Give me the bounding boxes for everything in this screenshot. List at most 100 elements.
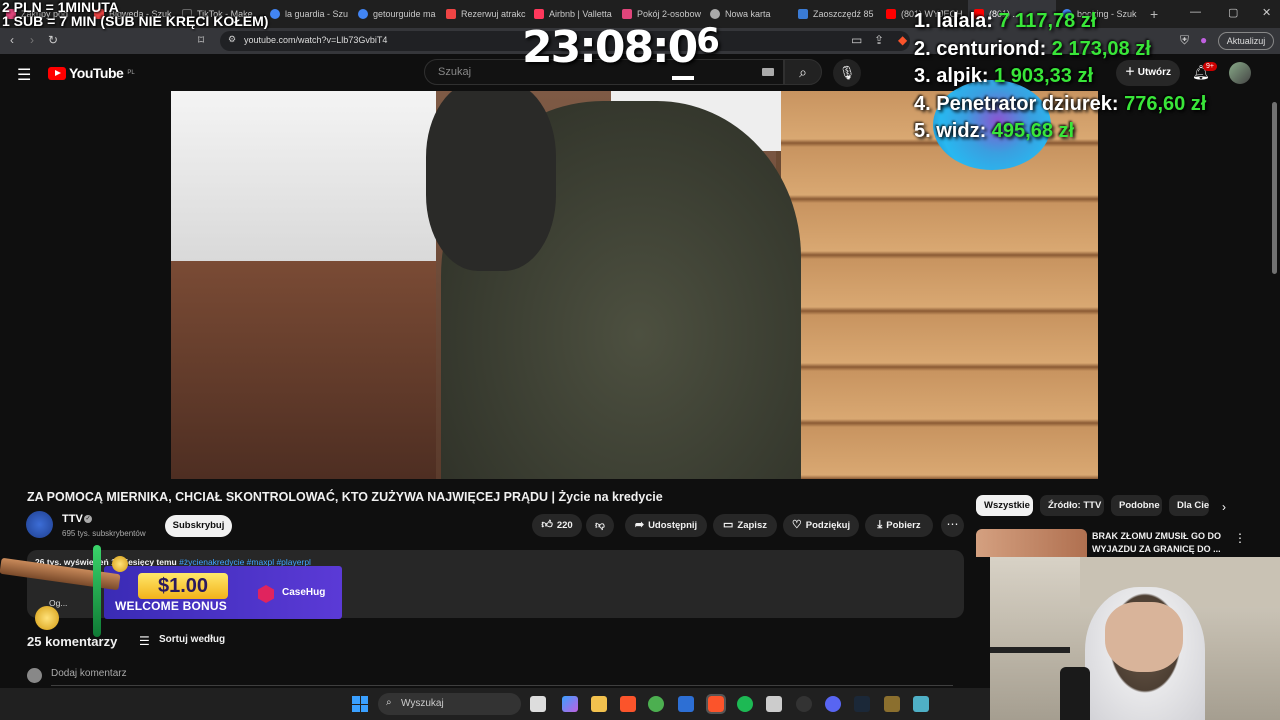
browser-tab[interactable]: Rezerwuj atrakc [440,0,528,28]
brave-shield-icon[interactable]: ◆ [898,33,907,47]
thumbs-down-icon: 👎︎ [595,520,605,531]
voice-search-button[interactable]: 🎙︎ [833,59,861,87]
tab-favicon-icon [622,9,632,19]
tab-label: Rezerwuj atrakc [461,9,526,19]
tab-favicon-icon [358,9,368,19]
comment-count: 25 komentarzy [27,634,118,649]
app-icon[interactable] [884,696,900,712]
ad-coin-graphic [35,606,59,630]
tab-label: getourguide ma [373,9,436,19]
leaderboard-row: 4. Penetrator dziurek: 776,60 zł [914,91,1206,119]
stream-rate-overlay: 2 PLN = 1MINUTA 1 SUB = 7 MIN (SUB NIE K… [2,0,268,28]
donation-leaderboard: 1. lalala: 7 117,78 zł 2. centuriond: 2 … [914,8,1206,146]
comment-input-underline [51,685,953,686]
thanks-button[interactable]: ♡ Podziękuj [783,514,859,537]
tab-favicon-icon [534,9,544,19]
close-icon[interactable]: ✕ [1262,6,1271,19]
timer-last-digit: 6 [696,21,720,61]
discord-icon[interactable] [825,696,841,712]
browser-tab[interactable]: getourguide ma [352,0,440,28]
leaderboard-row: 2. centuriond: 2 173,08 zł [914,36,1206,64]
ad-bonus-text: WELCOME BONUS [115,599,227,613]
share-button[interactable]: ➦ Udostępnij [625,514,707,537]
task-view-icon[interactable] [530,696,546,712]
donation-amount: 2 173,08 zł [1051,37,1151,60]
add-comment-input[interactable]: Dodaj komentarz [51,668,127,679]
tab-label: Airbnb | Valletta [549,9,612,19]
webcam-microphone [1060,667,1090,720]
more-actions-button[interactable]: ⋯ [941,514,964,537]
chip-for-you[interactable]: Dla Ciebie [1169,495,1209,516]
kebab-menu-icon[interactable]: ⋮ [1234,531,1246,545]
share-arrow-icon: ➦ [634,519,645,531]
subscriber-count: 695 tys. subskrybentów [62,529,146,538]
file-explorer-icon[interactable] [591,696,607,712]
donor-name: 1. lalala: [914,10,993,32]
like-count: 220 [556,520,573,531]
back-icon[interactable]: ‹ [10,33,14,47]
keyboard-icon[interactable] [762,68,774,76]
notepad-icon[interactable] [766,696,782,712]
site-info-icon[interactable]: ⚙ [228,34,236,45]
bookmark-icon[interactable]: ⌑ [198,33,204,47]
brave-active-icon[interactable] [706,694,726,714]
share-icon[interactable]: ⇪ [874,33,884,47]
tab-favicon-icon [270,9,280,19]
store-icon[interactable] [678,696,694,712]
subscribe-button[interactable]: Subskrybuj [165,515,232,537]
donation-amount: 7 117,78 zł [998,10,1097,32]
recommendation-thumbnail[interactable] [976,529,1087,557]
page-scrollbar[interactable] [1272,102,1277,274]
donation-amount: 776,60 zł [1124,92,1207,115]
copilot-icon[interactable] [562,696,578,712]
update-button[interactable]: Aktualizuj [1218,32,1274,50]
donor-name: 4. Penetrator dziurek: [914,92,1119,115]
save-button[interactable]: ▭ Zapisz [713,514,777,537]
user-avatar[interactable] [1229,62,1251,84]
leaderboard-row: 5. widz: 495,68 zł [914,118,1206,146]
obs-icon[interactable] [796,696,812,712]
windows-start-icon[interactable] [352,696,368,712]
channel-name[interactable]: TTV [62,513,83,525]
rate-line: 2 PLN = 1MINUTA [2,0,119,15]
like-button[interactable]: 👍︎ 220 [532,514,582,537]
chip-related[interactable]: Podobne [1111,495,1162,516]
donor-name: 2. centuriond: [914,37,1047,60]
browser-tab[interactable]: la guardia - Szu [264,0,352,28]
steam-icon[interactable] [854,696,870,712]
youtube-logo[interactable]: YouTube PL [48,65,135,81]
thumbs-up-icon: 👍︎ [541,519,553,531]
chip-source[interactable]: Źródło: TTV [1040,495,1104,516]
channel-avatar[interactable] [26,511,53,538]
browser-tab[interactable]: Zaoszczędź 85 [792,0,880,28]
hamburger-menu-icon[interactable]: ☰ [17,65,31,85]
download-icon: ⤓ [877,519,883,531]
search-button[interactable]: ⌕ [784,59,822,85]
taskbar-search-input[interactable]: Wyszukaj [378,693,521,715]
chip-all[interactable]: Wszystkie [976,495,1033,516]
tab-favicon-icon [710,9,720,19]
download-button[interactable]: ⤓ Pobierz [865,514,933,537]
save-label: Zapisz [737,520,767,531]
chevron-right-icon[interactable]: › [1222,500,1226,514]
thanks-heart-icon: ♡ [791,519,802,531]
chrome-icon[interactable] [648,696,664,712]
dislike-button[interactable]: 👎︎ [586,514,614,537]
app-icon[interactable] [913,696,929,712]
spotify-icon[interactable] [737,696,753,712]
sort-icon[interactable]: ☰ [139,634,150,648]
reload-icon[interactable]: ↻ [48,33,58,47]
thanks-label: Podziękuj [805,520,851,531]
cast-icon[interactable]: ▭ [851,33,862,47]
stream-timer: 23:08:06 [522,21,720,80]
search-icon: ⌕ [799,64,807,80]
url-text: youtube.com/watch?v=Llb73GvbiT4 [244,35,388,45]
recommendation-title[interactable]: BRAK ZŁOMU ZMUSIŁ GO DO WYJAZDU ZA GRANI… [1092,530,1232,556]
maximize-icon[interactable]: ▢ [1228,6,1238,19]
tab-favicon-icon [798,9,808,19]
video-scene-head [426,91,556,271]
forward-icon[interactable]: › [30,33,34,47]
leaderboard-row: 1. lalala: 7 117,78 zł [914,8,1206,36]
brave-icon[interactable] [620,696,636,712]
sort-button[interactable]: Sortuj według [159,634,225,645]
